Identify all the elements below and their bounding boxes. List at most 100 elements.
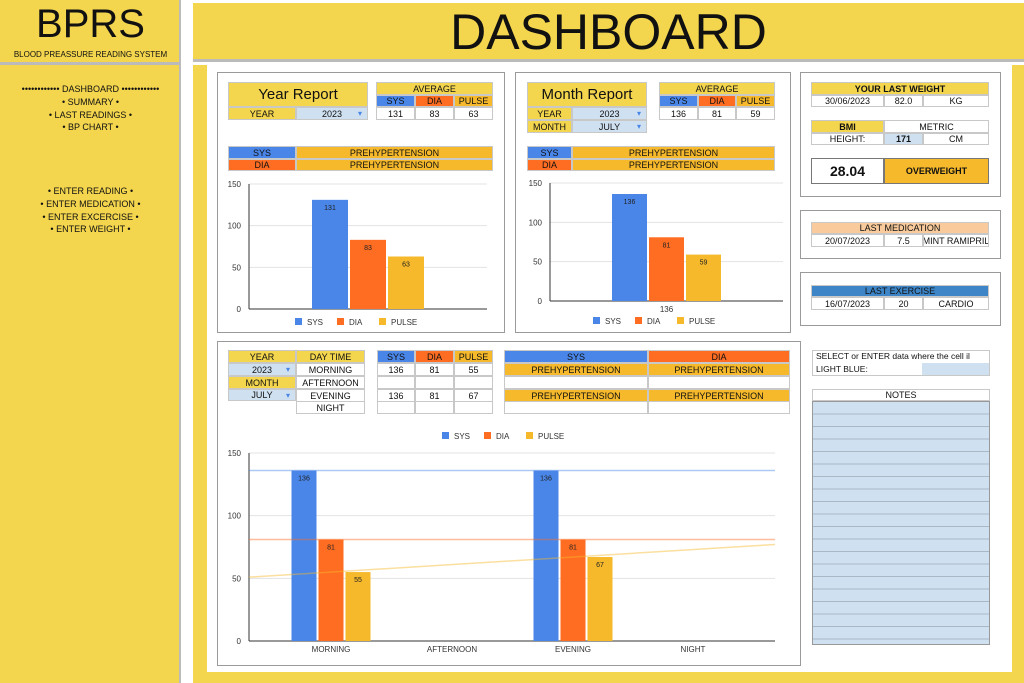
month-pulse-header: PULSE xyxy=(736,95,775,107)
daily-dia-class-header: DIA xyxy=(648,350,790,363)
nav-enter-reading[interactable]: • ENTER READING • xyxy=(0,185,181,198)
dia-class-label: DIA xyxy=(228,159,296,171)
month-chart: 0 50 100 150 136 81 59 136 SYS DIA PULSE xyxy=(529,179,783,326)
bar-sys xyxy=(612,194,647,301)
daily-pulse-cell: 55 xyxy=(454,363,493,376)
month-label: MONTH xyxy=(527,120,572,133)
legend-swatch-sys xyxy=(295,318,302,325)
nav-enter-weight[interactable]: • ENTER WEIGHT • xyxy=(0,223,181,236)
daily-month-dropdown[interactable]: JULY xyxy=(228,389,296,401)
legend-swatch-pulse xyxy=(526,432,533,439)
notes-area[interactable] xyxy=(812,401,990,645)
daily-year-dropdown[interactable]: 2023 xyxy=(228,363,296,376)
daily-pulse-cell xyxy=(454,401,493,414)
y-tick-label: 0 xyxy=(237,305,242,314)
nav-enter-medication[interactable]: • ENTER MEDICATION • xyxy=(0,198,181,211)
daily-dia-header: DIA xyxy=(415,350,454,363)
medication-date: 20/07/2023 xyxy=(811,234,884,247)
bar-sys xyxy=(291,470,317,641)
y-tick-label: 100 xyxy=(529,218,543,227)
legend-swatch-sys xyxy=(593,317,600,324)
exercise-date: 16/07/2023 xyxy=(811,297,884,310)
nav-enter-exercise[interactable]: • ENTER EXCERCISE • xyxy=(0,211,181,224)
daily-sys-cell xyxy=(377,401,415,414)
legend-swatch-dia xyxy=(484,432,491,439)
daily-time-cell: AFTERNOON xyxy=(296,376,365,389)
medication-dose: 7.5 xyxy=(884,234,923,247)
legend-swatch-dia xyxy=(337,318,344,325)
x-tick-label: 136 xyxy=(660,305,674,314)
exercise-type: CARDIO xyxy=(923,297,989,310)
x-tick-label: EVENING xyxy=(555,645,591,654)
avg-dia: 83 xyxy=(415,107,454,120)
legend-swatch-pulse xyxy=(379,318,386,325)
daily-year-label: YEAR xyxy=(228,350,296,363)
height-unit: CM xyxy=(923,133,989,145)
year-chart: 0 50 100 150 131 83 63 SYS DIA PULSE xyxy=(228,180,487,327)
month-dropdown[interactable]: JULY xyxy=(572,120,647,133)
year-dropdown[interactable]: 2023 xyxy=(296,107,368,120)
daily-sys-class-header: SYS xyxy=(504,350,648,363)
nav-summary[interactable]: • SUMMARY • xyxy=(0,96,181,109)
y-tick-label: 0 xyxy=(538,297,543,306)
y-tick-label: 150 xyxy=(529,179,543,188)
daily-dia-cell xyxy=(415,376,454,389)
exercise-header: LAST EXERCISE xyxy=(811,285,989,297)
daytime-header: DAY TIME xyxy=(296,350,365,363)
year-label: YEAR xyxy=(228,107,296,120)
bmi-label: BMI xyxy=(811,120,884,133)
data-label: 131 xyxy=(324,205,336,212)
nav-last-readings[interactable]: • LAST READINGS • xyxy=(0,109,181,122)
entry-menu: • ENTER READING • • ENTER MEDICATION • •… xyxy=(0,185,181,236)
data-label: 83 xyxy=(364,245,372,252)
legend-label-sys: SYS xyxy=(307,318,323,327)
x-tick-label: MORNING xyxy=(312,645,351,654)
legend-swatch-pulse xyxy=(677,317,684,324)
daily-month-label: MONTH xyxy=(228,376,296,389)
hint-blue-cell[interactable] xyxy=(922,363,989,375)
data-label: 136 xyxy=(540,476,552,483)
month-dia-header: DIA xyxy=(698,95,736,107)
bmi-class: OVERWEIGHT xyxy=(884,158,989,184)
legend-label-sys: SYS xyxy=(454,432,470,441)
app-subtitle: BLOOD PREASSURE READING SYSTEM xyxy=(13,50,168,59)
bar-sys xyxy=(533,470,559,641)
y-tick-label: 50 xyxy=(232,263,241,272)
daily-pulse-header: PULSE xyxy=(454,350,493,363)
data-label: 55 xyxy=(354,577,362,584)
legend-swatch-sys xyxy=(442,432,449,439)
dia-header: DIA xyxy=(415,95,454,107)
nav-menu: •••••••••••• DASHBOARD •••••••••••• • SU… xyxy=(0,83,181,134)
month-year-dropdown[interactable]: 2023 xyxy=(572,107,647,120)
daily-time-cell: NIGHT xyxy=(296,401,365,414)
sys-header: SYS xyxy=(376,95,415,107)
avg-sys: 131 xyxy=(376,107,415,120)
weight-value: 82.0 xyxy=(884,95,923,107)
y-tick-label: 150 xyxy=(228,449,242,458)
x-tick-label: NIGHT xyxy=(681,645,706,654)
month-sys-class: PREHYPERTENSION xyxy=(572,146,775,159)
data-label: 136 xyxy=(624,199,636,206)
daily-sys-class-cell xyxy=(504,376,648,389)
data-label: 81 xyxy=(327,544,335,551)
bar-pulse xyxy=(587,557,613,641)
nav-bp-chart[interactable]: • BP CHART • xyxy=(0,121,181,134)
daily-dia-cell xyxy=(415,401,454,414)
nav-dashboard[interactable]: •••••••••••• DASHBOARD •••••••••••• xyxy=(0,83,181,96)
legend-label-dia: DIA xyxy=(349,318,363,327)
daily-dia-class-cell xyxy=(648,376,790,389)
sys-class: PREHYPERTENSION xyxy=(296,146,493,159)
data-label: 136 xyxy=(298,476,310,483)
height-input[interactable]: 171 xyxy=(884,133,923,145)
daily-pulse-cell xyxy=(454,376,493,389)
bar-sys xyxy=(312,199,348,309)
notes-header: NOTES xyxy=(812,389,990,401)
bmi-value: 28.04 xyxy=(811,158,884,184)
month-dia-class-label: DIA xyxy=(527,159,572,171)
sys-class-label: SYS xyxy=(228,146,296,159)
weight-unit: KG xyxy=(923,95,989,107)
daily-sys-class-cell: PREHYPERTENSION xyxy=(504,363,648,376)
daily-sys-class-cell xyxy=(504,401,648,414)
daily-sys-cell xyxy=(377,376,415,389)
daily-dia-cell: 81 xyxy=(415,363,454,376)
